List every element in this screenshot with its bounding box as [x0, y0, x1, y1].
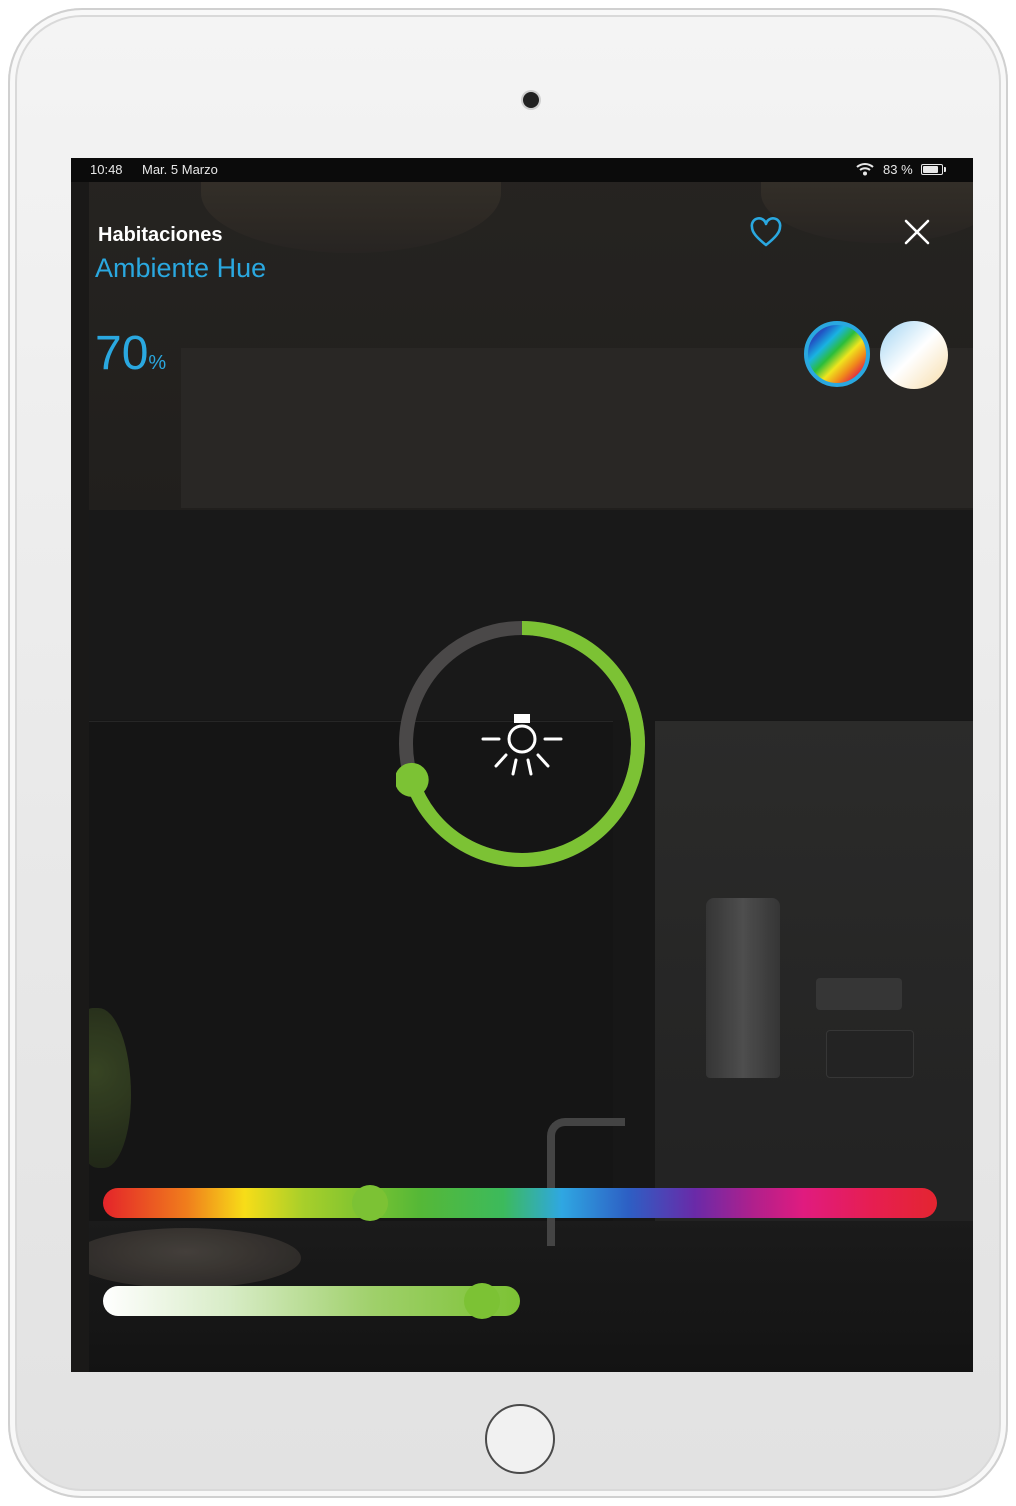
- battery-tip: [944, 167, 946, 172]
- battery-icon: [921, 164, 943, 175]
- close-icon[interactable]: [901, 216, 933, 248]
- color-mode-button[interactable]: [804, 321, 870, 387]
- front-camera: [523, 92, 539, 108]
- battery-percent: 83 %: [883, 162, 913, 177]
- scene-name: Ambiente Hue: [95, 253, 267, 283]
- heart-icon[interactable]: [749, 216, 783, 250]
- hue-slider-thumb[interactable]: [351, 1185, 388, 1221]
- tablet-frame: 10:48 Mar. 5 Marzo 83 % Habitaciones Amb…: [8, 8, 1008, 1498]
- white-mode-button[interactable]: [880, 321, 948, 389]
- status-date: Mar. 5 Marzo: [142, 162, 218, 177]
- home-button[interactable]: [485, 1404, 555, 1474]
- status-time: 10:48: [90, 162, 123, 177]
- bulb-icon: [481, 714, 563, 776]
- room-label: Habitaciones: [98, 224, 223, 246]
- brightness-unit: %: [148, 352, 167, 374]
- status-bar: 10:48 Mar. 5 Marzo 83 %: [71, 158, 973, 182]
- brightness-readout: 70%: [95, 326, 166, 381]
- white-slider[interactable]: [103, 1286, 520, 1316]
- wifi-icon: [856, 163, 874, 176]
- app-screen: 10:48 Mar. 5 Marzo 83 % Habitaciones Amb…: [71, 158, 973, 1372]
- brightness-dial[interactable]: [396, 618, 648, 870]
- dial-knob[interactable]: [396, 762, 429, 797]
- brightness-value: 70: [95, 327, 149, 380]
- hue-slider[interactable]: [103, 1188, 937, 1218]
